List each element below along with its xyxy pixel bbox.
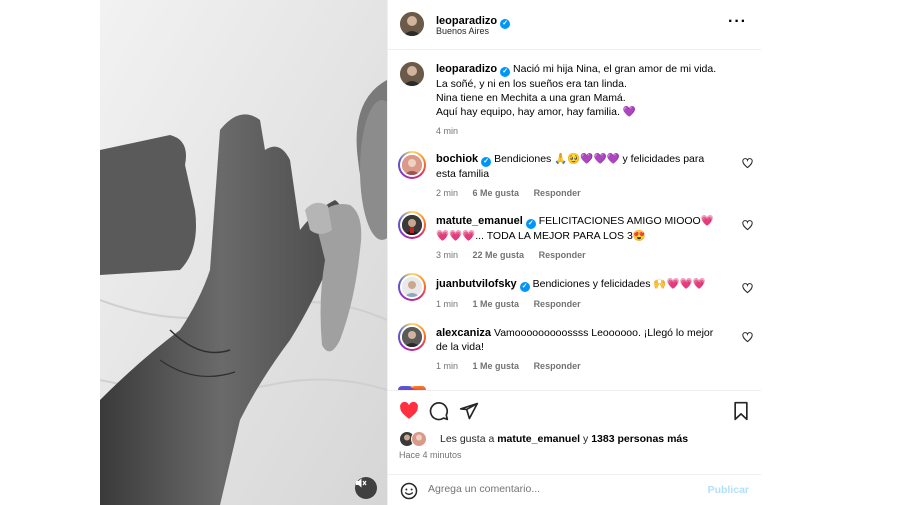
- comment-likes[interactable]: 6 Me gusta: [473, 188, 520, 198]
- caption-author-avatar[interactable]: [400, 62, 424, 86]
- likes-prefix: Les gusta a: [440, 433, 495, 445]
- comment-like-heart-icon[interactable]: [742, 158, 753, 169]
- comment-like-heart-icon[interactable]: [742, 283, 753, 294]
- comment-time[interactable]: 3 min: [436, 250, 458, 260]
- commenter-username[interactable]: matute_emanuel: [436, 215, 523, 227]
- comment-likes[interactable]: 22 Me gusta: [473, 250, 525, 260]
- post-photo: [100, 0, 387, 505]
- comment-text: Bendiciones y felicidades 🙌💗💗💗: [532, 278, 706, 290]
- liker-avatars[interactable]: [399, 431, 433, 447]
- reply-button[interactable]: Responder: [534, 299, 581, 309]
- caption-line: La soñé, y ni en los sueños era tan lind…: [436, 78, 627, 90]
- comment-input[interactable]: [428, 483, 688, 495]
- comment-icon[interactable]: [429, 401, 449, 421]
- comment-composer: Publicar: [388, 474, 761, 505]
- more-options-icon[interactable]: ···: [728, 13, 747, 31]
- reply-button[interactable]: Responder: [534, 188, 581, 198]
- instagram-post-modal: leoparadizo ✓ Buenos Aires ··· leoparadiz…: [0, 0, 900, 505]
- liker-username[interactable]: matute_emanuel: [497, 433, 580, 445]
- commenter-username[interactable]: bochiok: [436, 153, 478, 165]
- caption-line: Nina tiene en Mechita a una gran Mamá.: [436, 92, 626, 104]
- post-details-panel: leoparadizo ✓ Buenos Aires ··· leoparadiz…: [387, 0, 761, 505]
- verified-badge-icon: ✓: [500, 67, 511, 77]
- liker-avatar-stack: [399, 431, 427, 447]
- verified-badge-icon: ✓: [481, 157, 492, 167]
- caption-line: Nació mi hija Nina, el gran amor de mi v…: [513, 63, 717, 75]
- avatar-image: [402, 327, 422, 347]
- avatar-image: [400, 12, 424, 36]
- reply-button[interactable]: Responder: [539, 250, 586, 260]
- comment-body: alexcaniza Vamooooooooossss Leoooooo. ¡L…: [436, 326, 726, 373]
- comment-likes[interactable]: 1 Me gusta: [473, 361, 520, 371]
- avatar-image: [402, 215, 422, 235]
- commenter-avatar[interactable]: [398, 323, 426, 351]
- post-header: leoparadizo ✓ Buenos Aires ···: [388, 0, 761, 50]
- publish-button[interactable]: Publicar: [708, 484, 749, 496]
- verified-badge-icon: ✓: [519, 282, 530, 292]
- commenter-avatar[interactable]: [398, 151, 426, 179]
- verified-badge-icon: ✓: [525, 219, 536, 229]
- likes-middle: y: [583, 433, 589, 445]
- comment-body: bochiok ✓ Bendiciones 🙏🥹💜💜💜 y felicidades…: [436, 152, 726, 200]
- bookmark-icon[interactable]: [732, 401, 750, 421]
- comment-body: juanbutvilofsky ✓ Bendiciones y felicidad…: [436, 277, 726, 311]
- comment-item: alexcaniza Vamooooooooossss Leoooooo. ¡L…: [388, 323, 761, 374]
- avatar-image: [402, 155, 422, 175]
- post-location[interactable]: Buenos Aires: [436, 26, 489, 36]
- author-avatar[interactable]: [400, 12, 424, 36]
- comment-time[interactable]: 2 min: [436, 188, 458, 198]
- avatar-image: [402, 277, 422, 297]
- mute-toggle-button[interactable]: [355, 477, 377, 499]
- likes-count[interactable]: 1383 personas más: [591, 433, 688, 445]
- speaker-muted-icon: [356, 478, 367, 488]
- comment-likes[interactable]: 1 Me gusta: [473, 299, 520, 309]
- commenter-avatar[interactable]: [398, 273, 426, 301]
- comment-item: matute_emanuel ✓ FELICITACIONES AMIGO MIO…: [388, 211, 761, 262]
- send-icon[interactable]: [459, 401, 479, 421]
- emoji-icon[interactable]: [400, 482, 418, 500]
- comment-like-heart-icon[interactable]: [742, 332, 753, 343]
- caption-username[interactable]: leoparadizo: [436, 63, 497, 75]
- commenter-username[interactable]: juanbutvilofsky: [436, 278, 517, 290]
- comment-item: juanbutvilofsky ✓ Bendiciones y felicidad…: [388, 273, 761, 311]
- comment-time[interactable]: 1 min: [436, 361, 458, 371]
- verified-badge-icon: ✓: [500, 19, 511, 29]
- photo-father-baby-hands: [100, 0, 387, 505]
- post-caption: leoparadizo ✓ Nació mi hija Nina, el gran…: [436, 62, 741, 138]
- caption-time[interactable]: 4 min: [436, 126, 458, 136]
- commenter-username[interactable]: alexcaniza: [436, 327, 491, 339]
- post-actions: Les gusta a matute_emanuel y 1383 person…: [388, 390, 761, 505]
- avatar-image: [400, 62, 424, 86]
- commenter-avatar[interactable]: [398, 211, 426, 239]
- comment-item: bochiok ✓ Bendiciones 🙏🥹💜💜💜 y felicidades…: [388, 151, 761, 200]
- reply-button[interactable]: Responder: [534, 361, 581, 371]
- likes-summary: Les gusta a matute_emanuel y 1383 person…: [440, 433, 688, 445]
- comment-time[interactable]: 1 min: [436, 299, 458, 309]
- caption-line: Aquí hay equipo, hay amor, hay familia. …: [436, 106, 636, 118]
- comment-like-heart-icon[interactable]: [742, 220, 753, 231]
- post-time-ago[interactable]: Hace 4 minutos: [399, 450, 462, 460]
- heart-filled-icon[interactable]: [399, 401, 419, 421]
- comment-body: matute_emanuel ✓ FELICITACIONES AMIGO MIO…: [436, 214, 726, 262]
